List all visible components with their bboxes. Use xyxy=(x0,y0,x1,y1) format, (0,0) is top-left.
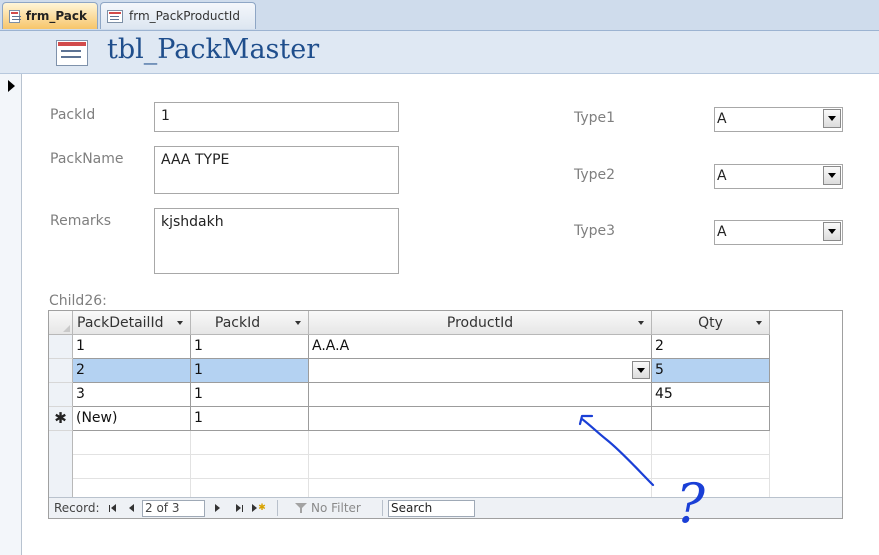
type1-combo[interactable]: A xyxy=(714,107,843,132)
tab-label: frm_PackProductId xyxy=(129,9,240,23)
record-label: Record: xyxy=(54,501,100,515)
productid-combo-cell[interactable] xyxy=(309,359,652,383)
table-cell[interactable] xyxy=(309,383,652,407)
column-header-qty[interactable]: Qty xyxy=(652,311,770,335)
grid-line xyxy=(651,431,652,497)
chevron-down-icon[interactable] xyxy=(823,222,841,241)
table-cell[interactable]: 1 xyxy=(73,335,191,359)
column-header-label: Qty xyxy=(698,314,723,331)
table-cell[interactable]: 1 xyxy=(191,383,309,407)
type1-value: A xyxy=(717,111,727,127)
type2-combo[interactable]: A xyxy=(714,164,843,189)
form-icon xyxy=(9,9,21,23)
column-header-label: PackId xyxy=(214,314,261,331)
packname-field[interactable]: AAA TYPE xyxy=(154,146,399,194)
remarks-field[interactable]: kjshdakh xyxy=(154,208,399,274)
table-cell[interactable]: 2 xyxy=(652,335,770,359)
divider xyxy=(277,500,278,516)
page-title: tbl_PackMaster xyxy=(107,34,320,65)
new-record-icon[interactable]: ✱ xyxy=(49,407,73,431)
first-record-icon[interactable] xyxy=(104,500,120,516)
type3-combo[interactable]: A xyxy=(714,220,843,245)
select-all-corner[interactable] xyxy=(49,311,73,335)
current-record-input[interactable]: 2 of 3 xyxy=(142,500,205,517)
remarks-label: Remarks xyxy=(50,213,112,229)
table-cell[interactable]: 1 xyxy=(191,407,309,431)
packid-label: PackId xyxy=(50,107,96,123)
no-filter-label: No Filter xyxy=(311,501,361,515)
tab-frm-pack[interactable]: frm_Pack xyxy=(2,2,98,29)
column-header-label: ProductId xyxy=(446,314,514,331)
table-cell[interactable]: 5 xyxy=(652,359,770,383)
subform-datasheet[interactable]: PackDetailId PackId ProductId Qty 1 1 A.… xyxy=(48,310,843,519)
grid-line xyxy=(73,478,770,479)
tab-frm-packproductid[interactable]: frm_PackProductId xyxy=(100,2,256,29)
packid-field[interactable]: 1 xyxy=(154,102,399,132)
document-tab-bar: frm_Pack frm_PackProductId xyxy=(0,0,879,31)
previous-record-icon[interactable] xyxy=(123,500,139,516)
table-cell[interactable]: 1 xyxy=(191,359,309,383)
table-cell[interactable]: 2 xyxy=(73,359,191,383)
type1-label: Type1 xyxy=(574,110,616,126)
current-record-arrow-icon xyxy=(8,80,15,92)
table-cell[interactable]: A.A.A xyxy=(309,335,652,359)
row-selector-empty xyxy=(49,431,73,497)
grid-line xyxy=(73,454,770,455)
chevron-down-icon[interactable] xyxy=(823,166,841,185)
record-selector[interactable] xyxy=(0,74,22,555)
row-selector[interactable] xyxy=(49,359,73,383)
chevron-down-icon[interactable] xyxy=(632,361,650,379)
column-header-label: PackDetailId xyxy=(77,314,164,331)
tab-label: frm_Pack xyxy=(25,9,87,23)
column-header-packid[interactable]: PackId xyxy=(191,311,309,335)
form-icon xyxy=(56,40,88,66)
subform-label: Child26: xyxy=(49,293,107,309)
form-header: tbl_PackMaster xyxy=(0,31,879,74)
sort-caret-icon[interactable] xyxy=(756,321,762,325)
sort-caret-icon[interactable] xyxy=(638,321,644,325)
grid-line xyxy=(769,431,770,497)
new-record-nav-icon[interactable] xyxy=(251,500,267,516)
sort-caret-icon[interactable] xyxy=(177,321,183,325)
table-cell[interactable]: 45 xyxy=(652,383,770,407)
column-header-productid[interactable]: ProductId xyxy=(309,311,652,335)
filter-icon xyxy=(295,502,307,514)
last-record-icon[interactable] xyxy=(231,500,247,516)
row-selector[interactable] xyxy=(49,383,73,407)
table-cell[interactable]: 3 xyxy=(73,383,191,407)
grid-line xyxy=(190,431,191,497)
row-selector[interactable] xyxy=(49,335,73,359)
no-filter-button[interactable]: No Filter xyxy=(295,501,361,515)
next-record-icon[interactable] xyxy=(209,500,225,516)
table-cell[interactable] xyxy=(309,407,652,431)
type3-value: A xyxy=(717,224,727,240)
form-icon xyxy=(107,9,123,23)
type3-label: Type3 xyxy=(574,223,616,239)
divider xyxy=(382,500,383,516)
sort-caret-icon[interactable] xyxy=(295,321,301,325)
column-header-packdetailid[interactable]: PackDetailId xyxy=(73,311,191,335)
chevron-down-icon[interactable] xyxy=(823,109,841,128)
search-input[interactable]: Search xyxy=(388,500,475,517)
packname-label: PackName xyxy=(50,151,124,167)
type2-value: A xyxy=(717,168,727,184)
table-cell[interactable]: (New) xyxy=(73,407,191,431)
table-cell[interactable] xyxy=(652,407,770,431)
table-cell[interactable]: 1 xyxy=(191,335,309,359)
grid-line xyxy=(308,431,309,497)
type2-label: Type2 xyxy=(574,167,616,183)
record-navigation-bar: Record: 2 of 3 No Filter Search xyxy=(49,497,842,518)
